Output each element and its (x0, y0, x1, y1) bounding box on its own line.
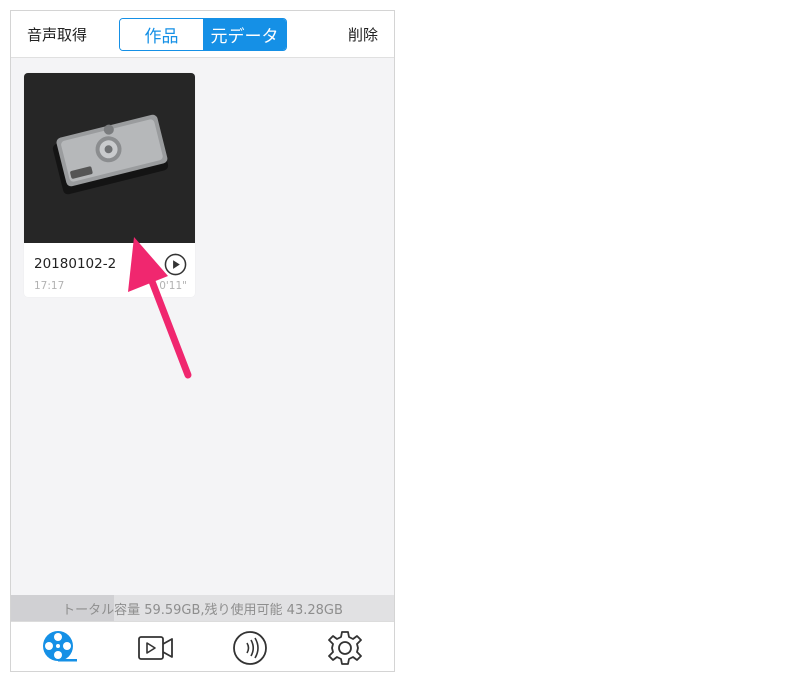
app-screen: 音声取得 作品 元データ 削除 20180102-2 17:17 0'11" ト… (10, 10, 395, 672)
segment-works[interactable]: 作品 (120, 19, 203, 50)
segment-original-data[interactable]: 元データ (203, 19, 286, 50)
get-audio-button[interactable]: 音声取得 (27, 24, 87, 45)
gear-icon[interactable] (325, 628, 365, 668)
media-item-card[interactable]: 20180102-2 17:17 0'11" (24, 73, 195, 297)
media-time: 17:17 (34, 280, 65, 292)
storage-text: トータル容量 59.59GB,残り使用可能 43.28GB (62, 602, 343, 618)
media-thumbnail[interactable] (24, 73, 195, 243)
segmented-control: 作品 元データ (119, 18, 287, 51)
media-title: 20180102-2 (34, 256, 117, 272)
film-reel-icon[interactable] (40, 628, 80, 668)
delete-button[interactable]: 削除 (348, 24, 378, 45)
media-duration: 0'11" (159, 280, 187, 292)
navigation-bar: 音声取得 作品 元データ 削除 (11, 11, 394, 58)
storage-bar: トータル容量 59.59GB,残り使用可能 43.28GB (11, 595, 394, 621)
play-icon[interactable] (164, 253, 187, 276)
tab-bar (11, 621, 394, 671)
video-camera-icon[interactable] (135, 628, 175, 668)
audio-wave-icon[interactable] (230, 628, 270, 668)
